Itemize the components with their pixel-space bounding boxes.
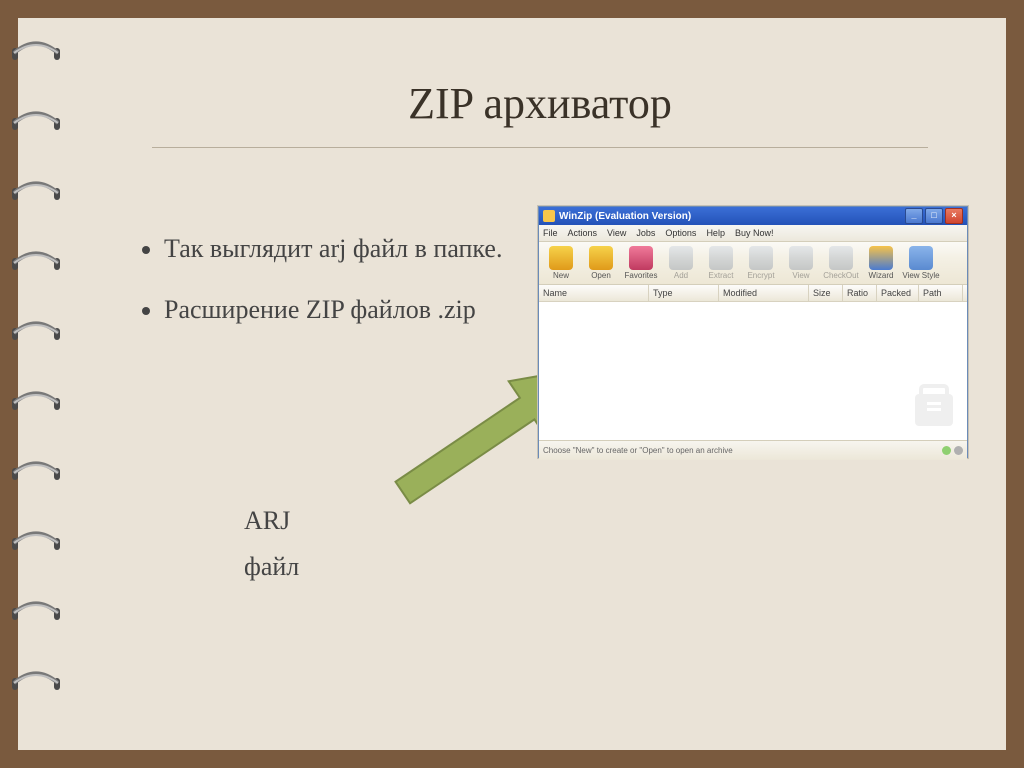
add-icon xyxy=(669,246,693,270)
toolbar-label: Extract xyxy=(701,271,741,280)
column-modified[interactable]: Modified xyxy=(719,285,809,301)
menu-item[interactable]: Options xyxy=(665,228,696,238)
menu-item[interactable]: Help xyxy=(706,228,725,238)
column-path[interactable]: Path xyxy=(919,285,963,301)
toolbar-checkout-button: CheckOut xyxy=(821,246,861,280)
toolbar-wizard-button[interactable]: Wizard xyxy=(861,246,901,280)
winzip-toolbar[interactable]: NewOpenFavoritesAddExtractEncryptViewChe… xyxy=(539,242,967,285)
column-packed[interactable]: Packed xyxy=(877,285,919,301)
toolbar-label: Encrypt xyxy=(741,271,781,280)
toolbar-label: Wizard xyxy=(861,271,901,280)
toolbar-label: New xyxy=(541,271,581,280)
open-icon xyxy=(589,246,613,270)
winzip-titlebar[interactable]: WinZip (Evaluation Version) _ □ × xyxy=(539,207,967,225)
winzip-menubar[interactable]: File Actions View Jobs Options Help Buy Now! xyxy=(539,225,967,242)
status-text: Choose "New" to create or "Open" to open… xyxy=(543,446,733,455)
winzip-app-icon xyxy=(543,210,555,222)
toolbar-label: Open xyxy=(581,271,621,280)
toolbar-favorites-button[interactable]: Favorites xyxy=(621,246,661,280)
maximize-button[interactable]: □ xyxy=(925,208,943,224)
view-style-icon xyxy=(909,246,933,270)
menu-item[interactable]: Actions xyxy=(568,228,598,238)
menu-item[interactable]: File xyxy=(543,228,558,238)
toolbar-view-style-button[interactable]: View Style xyxy=(901,246,941,280)
toolbar-label: Favorites xyxy=(621,271,661,280)
arj-label: ARJ xyxy=(244,506,290,536)
toolbar-view-button: View xyxy=(781,246,821,280)
column-size[interactable]: Size xyxy=(809,285,843,301)
arj-sublabel: файл xyxy=(244,552,299,582)
toolbar-encrypt-button: Encrypt xyxy=(741,246,781,280)
toolbar-extract-button: Extract xyxy=(701,246,741,280)
toolbar-label: Add xyxy=(661,271,701,280)
status-led-1 xyxy=(942,446,951,455)
toolbar-label: CheckOut xyxy=(821,271,861,280)
favorites-icon xyxy=(629,246,653,270)
toolbar-label: View Style xyxy=(901,271,941,280)
view-icon xyxy=(789,246,813,270)
menu-item[interactable]: Jobs xyxy=(636,228,655,238)
slide-title: ZIP архиватор xyxy=(92,78,988,129)
column-ratio[interactable]: Ratio xyxy=(843,285,877,301)
column-name[interactable]: Name xyxy=(539,285,649,301)
content-area: Так выглядит arj файл в папке. Расширение… xyxy=(124,206,968,732)
close-button[interactable]: × xyxy=(945,208,963,224)
winzip-title-text: WinZip (Evaluation Version) xyxy=(559,211,691,222)
bullet-list: Так выглядит arj файл в папке. Расширение… xyxy=(124,232,524,327)
winzip-file-list[interactable] xyxy=(539,302,967,440)
toolbar-new-button[interactable]: New xyxy=(541,246,581,280)
winzip-window: WinZip (Evaluation Version) _ □ × File Ac… xyxy=(538,206,968,458)
menu-item[interactable]: View xyxy=(607,228,626,238)
bullet-item: Расширение ZIP файлов .zip xyxy=(164,293,524,326)
column-type[interactable]: Type xyxy=(649,285,719,301)
spiral-binding xyxy=(6,18,66,750)
toolbar-add-button: Add xyxy=(661,246,701,280)
slide-frame: ZIP архиватор Так выглядит arj файл в па… xyxy=(0,0,1024,768)
toolbar-open-button[interactable]: Open xyxy=(581,246,621,280)
bullet-item: Так выглядит arj файл в папке. xyxy=(164,232,524,265)
encrypt-icon xyxy=(749,246,773,270)
new-icon xyxy=(549,246,573,270)
toolbar-label: View xyxy=(781,271,821,280)
winzip-statusbar: Choose "New" to create or "Open" to open… xyxy=(539,440,967,460)
checkout-icon xyxy=(829,246,853,270)
title-underline xyxy=(152,147,928,148)
menu-item[interactable]: Buy Now! xyxy=(735,228,774,238)
minimize-button[interactable]: _ xyxy=(905,208,923,224)
slide-body: ZIP архиватор Так выглядит arj файл в па… xyxy=(92,36,988,732)
winzip-columns[interactable]: NameTypeModifiedSizeRatioPackedPath xyxy=(539,285,967,302)
winzip-watermark-icon xyxy=(907,380,961,434)
extract-icon xyxy=(709,246,733,270)
wizard-icon xyxy=(869,246,893,270)
status-led-2 xyxy=(954,446,963,455)
